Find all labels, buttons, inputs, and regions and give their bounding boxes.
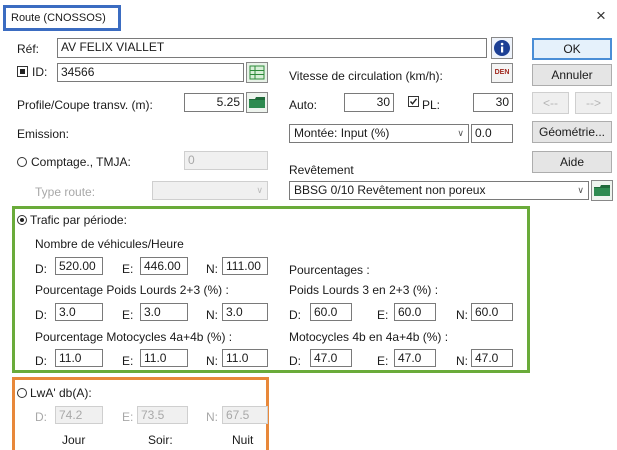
moto4b-n-label: N: [456, 354, 468, 368]
moto-e-label: E: [122, 354, 134, 368]
prev-button[interactable]: <-- [532, 92, 569, 114]
pl23-n-input[interactable]: 3.0 [222, 303, 268, 321]
grid-icon[interactable] [246, 62, 268, 83]
info-icon[interactable] [491, 37, 513, 59]
pl3-e-label: E: [377, 308, 389, 322]
vehicles-n-input[interactable]: 111.00 [222, 257, 268, 275]
moto-d-label: D: [35, 354, 47, 368]
moto4b-e-label: E: [377, 354, 389, 368]
soir-label: Soir: [148, 433, 173, 447]
vehicles-e-input[interactable]: 446.00 [140, 257, 188, 275]
speed-label: Vitesse de circulation (km/h): [289, 69, 443, 83]
id-label: ID: [32, 65, 48, 79]
moto-d-input[interactable]: 11.0 [55, 349, 103, 367]
moto4b-d-label: D: [289, 354, 301, 368]
lwa-d-input[interactable]: 74.2 [55, 406, 103, 424]
pl-label: PL: [422, 98, 441, 112]
vehicles-e-label: E: [122, 262, 134, 276]
lwa-e-input[interactable]: 73.5 [137, 406, 188, 424]
jour-label: Jour [62, 433, 86, 447]
folder-icon[interactable] [246, 92, 268, 113]
revetement-select-value: BBSG 0/10 Revêtement non poreux [294, 183, 486, 197]
moto-n-label: N: [206, 354, 218, 368]
pl23-e-label: E: [122, 308, 134, 322]
id-toggle-icon[interactable] [17, 66, 28, 77]
aide-button[interactable]: Aide [532, 151, 612, 173]
next-button[interactable]: --> [575, 92, 612, 114]
chevron-down-icon: ∨ [577, 185, 584, 195]
type-route-select[interactable]: ∨ [152, 181, 268, 200]
vehicles-label: Nombre de véhicules/Heure [35, 237, 184, 251]
lwa-n-input[interactable]: 67.5 [222, 406, 268, 424]
pl3-d-label: D: [289, 308, 301, 322]
lwa-e-label: E: [122, 410, 134, 424]
vehicles-n-label: N: [206, 262, 218, 276]
comptage-radio[interactable] [17, 157, 27, 167]
pl-checkbox[interactable] [408, 96, 419, 107]
moto-e-input[interactable]: 11.0 [140, 349, 188, 367]
montee-value-input[interactable]: 0.0 [471, 124, 513, 143]
moto-n-input[interactable]: 11.0 [222, 349, 268, 367]
moto4b-label: Motocycles 4b en 4a+4b (%) : [289, 330, 449, 344]
pl23-d-input[interactable]: 3.0 [55, 303, 103, 321]
pl23-e-input[interactable]: 3.0 [140, 303, 188, 321]
pl23-n-label: N: [206, 308, 218, 322]
chevron-down-icon: ∨ [256, 185, 263, 195]
pl3-n-label: N: [456, 308, 468, 322]
auto-speed-input[interactable]: 30 [344, 93, 394, 112]
annuler-button[interactable]: Annuler [532, 64, 612, 86]
ok-button[interactable]: OK [532, 38, 612, 60]
profile-input[interactable]: 5.25 [184, 93, 244, 112]
lwa-n-label: N: [206, 410, 218, 424]
window-title: Route (CNOSSOS) [11, 12, 106, 24]
profile-label: Profile/Coupe transv. (m): [17, 98, 153, 112]
comptage-input[interactable]: 0 [184, 151, 268, 170]
pl3-e-input[interactable]: 60.0 [394, 303, 436, 321]
geometrie-button[interactable]: Géométrie... [532, 121, 612, 143]
den-icon[interactable]: DEN [491, 63, 513, 83]
pl-speed-input[interactable]: 30 [473, 93, 513, 112]
pourcentages-label: Pourcentages : [289, 263, 370, 277]
moto4b-n-input[interactable]: 47.0 [471, 349, 513, 367]
emission-label: Emission: [17, 127, 70, 141]
pl23-d-label: D: [35, 308, 47, 322]
close-icon[interactable]: × [596, 7, 606, 24]
montee-select-value: Montée: Input (%) [294, 126, 390, 140]
ref-input[interactable]: AV FELIX VIALLET [57, 38, 487, 58]
pl3-n-input[interactable]: 60.0 [471, 303, 513, 321]
nuit-label: Nuit [232, 433, 254, 447]
chevron-down-icon: ∨ [457, 128, 464, 138]
moto4b-e-input[interactable]: 47.0 [394, 349, 436, 367]
auto-label: Auto: [289, 98, 318, 112]
pl3-label: Poids Lourds 3 en 2+3 (%) : [289, 283, 439, 297]
folder-icon[interactable] [591, 180, 613, 201]
comptage-label: Comptage., TMJA: [31, 155, 131, 169]
moto4b-d-input[interactable]: 47.0 [310, 349, 352, 367]
trafic-radio[interactable] [17, 215, 27, 225]
type-route-label: Type route: [35, 185, 96, 199]
revetement-label: Revêtement [289, 163, 354, 177]
trafic-label: Trafic par période: [30, 213, 127, 227]
lwa-d-label: D: [35, 410, 47, 424]
id-input[interactable]: 34566 [57, 63, 244, 82]
lwa-label: LwA' db(A): [30, 386, 92, 400]
pl23-label: Pourcentage Poids Lourds 2+3 (%) : [35, 283, 229, 297]
vehicles-d-label: D: [35, 262, 47, 276]
pl3-d-input[interactable]: 60.0 [310, 303, 352, 321]
ref-label: Réf: [17, 42, 40, 56]
vehicles-d-input[interactable]: 520.00 [55, 257, 103, 275]
lwa-radio[interactable] [17, 388, 27, 398]
den-icon-text: DEN [494, 69, 510, 76]
revetement-select[interactable]: BBSG 0/10 Revêtement non poreux ∨ [289, 181, 589, 200]
montee-select[interactable]: Montée: Input (%) ∨ [289, 124, 469, 143]
moto-label: Pourcentage Motocycles 4a+4b (%) : [35, 330, 233, 344]
